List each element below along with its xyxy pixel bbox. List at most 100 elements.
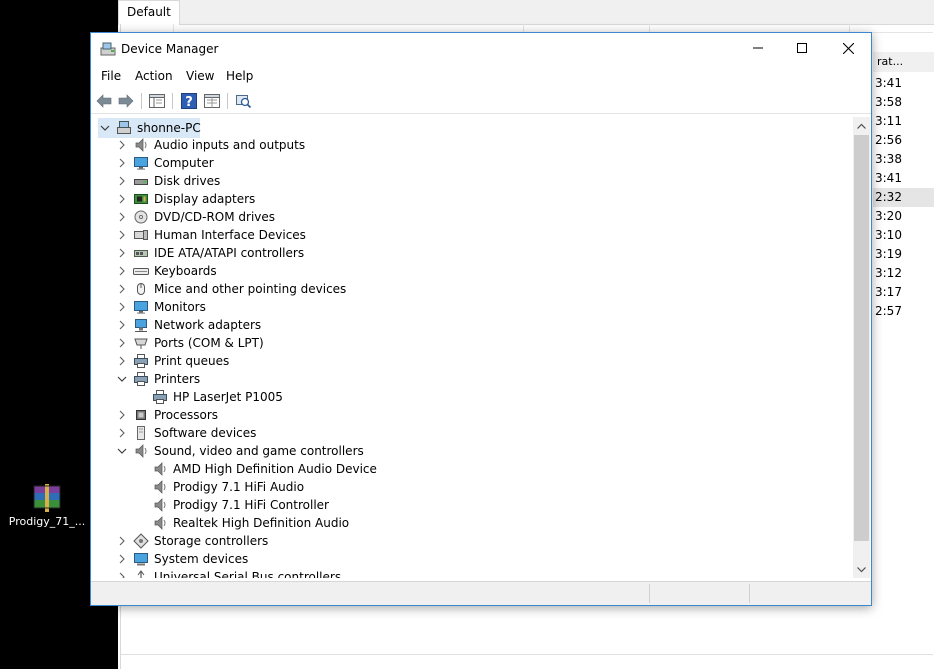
menu-action[interactable]: Action (135, 65, 173, 87)
chevron-right-icon[interactable] (116, 550, 128, 568)
tree-item-label: DVD/CD-ROM drives (154, 210, 276, 224)
status-bar (91, 581, 871, 605)
tree-item-label: Print queues (154, 354, 230, 368)
column-header-rating[interactable]: rat... (873, 52, 934, 72)
tree-item-label: Keyboards (154, 264, 217, 278)
duration-cell[interactable]: 3:11 (873, 112, 934, 131)
desktop-file-prodigy[interactable]: Prodigy_71_... (6, 484, 88, 528)
tree-item-label: HP LaserJet P1005 (173, 390, 283, 404)
chevron-right-icon[interactable] (116, 172, 128, 190)
tree-item-label: Monitors (154, 300, 206, 314)
tree-item-label: Sound, video and game controllers (154, 444, 364, 458)
duration-cell[interactable]: 2:57 (873, 302, 934, 321)
printer-icon (152, 389, 168, 405)
menu-file[interactable]: File (101, 65, 121, 87)
window-title: Device Manager (121, 42, 219, 56)
minimize-button[interactable] (735, 33, 781, 63)
duration-cell[interactable]: 3:19 (873, 245, 934, 264)
chevron-down-icon[interactable] (99, 119, 111, 137)
column-separator (849, 24, 850, 32)
chevron-right-icon[interactable] (116, 190, 128, 208)
status-separator (749, 584, 750, 603)
scroll-down-button[interactable] (853, 561, 870, 578)
show-hide-console-tree-icon[interactable] (148, 92, 166, 110)
duration-cell[interactable]: 3:58 (873, 93, 934, 112)
chevron-right-icon[interactable] (116, 280, 128, 298)
tree-root-computer[interactable]: shonne-PC (98, 118, 201, 138)
tree-item-label: Display adapters (154, 192, 256, 206)
chevron-right-icon[interactable] (116, 208, 128, 226)
minimize-icon (753, 47, 763, 49)
forward-arrow-icon[interactable] (117, 92, 135, 110)
close-button[interactable] (825, 33, 871, 63)
chevron-right-icon[interactable] (116, 568, 128, 578)
chevron-right-icon[interactable] (116, 262, 128, 280)
duration-cell[interactable]: 2:32 (873, 188, 934, 207)
duration-cell[interactable]: 3:38 (873, 150, 934, 169)
toolbar-separator (141, 93, 142, 109)
duration-cell[interactable]: 2:56 (873, 131, 934, 150)
chevron-down-icon[interactable] (116, 442, 128, 460)
properties-icon[interactable] (203, 92, 221, 110)
menu-help[interactable]: Help (226, 65, 253, 87)
help-icon[interactable]: ? (180, 92, 198, 110)
speaker-icon (133, 443, 149, 459)
chevron-right-icon[interactable] (116, 244, 128, 262)
duration-cell[interactable]: 3:17 (873, 283, 934, 302)
computer-root-icon (116, 120, 132, 136)
tree-item-label: Universal Serial Bus controllers (154, 570, 342, 578)
tree-item-label: Storage controllers (154, 534, 269, 548)
mouse-icon (133, 281, 149, 297)
ide-controller-icon (133, 245, 149, 261)
chevron-right-icon[interactable] (116, 136, 128, 154)
chevron-right-icon[interactable] (116, 316, 128, 334)
tree-item-label: Audio inputs and outputs (154, 138, 306, 152)
chevron-down-icon (857, 566, 866, 572)
status-separator (649, 584, 650, 603)
column-separator (523, 24, 524, 32)
scroll-up-button[interactable] (853, 117, 870, 134)
display-adapter-icon (133, 191, 149, 207)
chevron-right-icon[interactable] (116, 352, 128, 370)
title-bar[interactable]: Device Manager (91, 33, 871, 65)
port-icon (133, 335, 149, 351)
duration-cell[interactable]: 3:20 (873, 207, 934, 226)
chevron-down-icon[interactable] (116, 370, 128, 388)
software-device-icon (133, 425, 149, 441)
maximize-button[interactable] (779, 33, 825, 63)
chevron-right-icon[interactable] (116, 334, 128, 352)
chevron-right-icon[interactable] (116, 532, 128, 550)
chevron-right-icon[interactable] (116, 154, 128, 172)
chevron-right-icon[interactable] (116, 226, 128, 244)
speaker-icon (152, 461, 168, 477)
dvd-drive-icon (133, 209, 149, 225)
column-separator (173, 24, 174, 32)
printer-icon (133, 371, 149, 387)
tree-item-label: Software devices (154, 426, 257, 440)
tree-item-label: Prodigy 7.1 HiFi Audio (173, 480, 305, 494)
speaker-icon (152, 479, 168, 495)
toolbar: ? (91, 89, 871, 114)
tree-item-label: Computer (154, 156, 214, 170)
duration-cell[interactable]: 3:10 (873, 226, 934, 245)
maximize-icon (797, 43, 807, 53)
toolbar-separator (227, 93, 228, 109)
duration-cell[interactable]: 3:41 (873, 74, 934, 93)
system-device-icon (133, 551, 149, 567)
duration-cell[interactable]: 3:41 (873, 169, 934, 188)
chevron-right-icon[interactable] (116, 406, 128, 424)
speaker-icon (152, 497, 168, 513)
monitor-icon (133, 155, 149, 171)
chevron-right-icon[interactable] (116, 424, 128, 442)
device-tree: shonne-PC Audio inputs and outputs Compute… (92, 117, 854, 578)
vertical-scrollbar[interactable] (853, 117, 870, 578)
scan-hardware-icon[interactable] (234, 92, 252, 110)
processor-icon (133, 407, 149, 423)
menu-view[interactable]: View (186, 65, 214, 87)
tab-default[interactable]: Default (118, 0, 180, 25)
chevron-right-icon[interactable] (116, 298, 128, 316)
scroll-thumb[interactable] (854, 135, 869, 541)
duration-cell[interactable]: 3:12 (873, 264, 934, 283)
tree-item-label: Prodigy 7.1 HiFi Controller (173, 498, 329, 512)
back-arrow-icon[interactable] (95, 92, 113, 110)
